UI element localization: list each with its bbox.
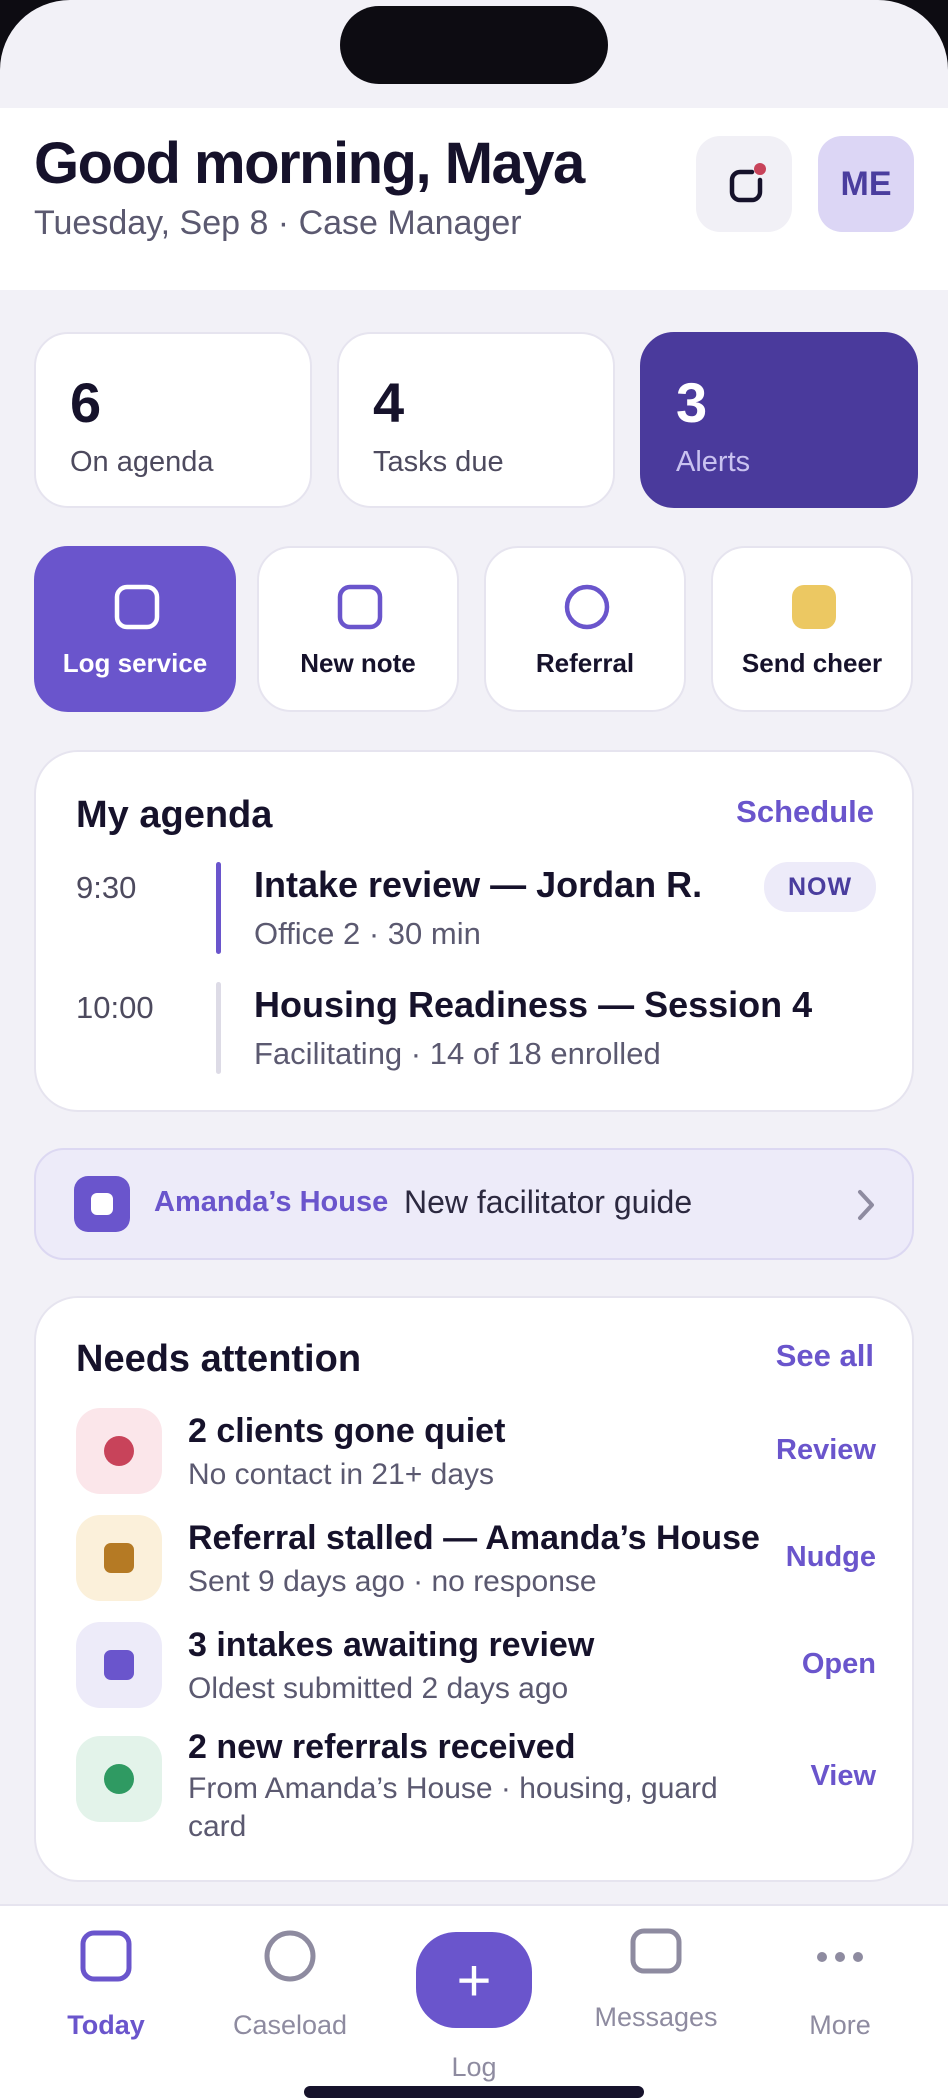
notifications-button[interactable]: [696, 136, 792, 232]
alert-icon-tile: [76, 1622, 162, 1708]
header: Good morning, Maya Tuesday, Sep 8 · Case…: [0, 108, 948, 290]
guide-icon: [74, 1176, 130, 1232]
tab-caseload[interactable]: Caseload: [200, 1906, 380, 2066]
circle-icon: [564, 584, 610, 630]
message-icon: [630, 1928, 682, 1974]
attention-title: Needs attention: [76, 1338, 362, 1380]
tab-messages[interactable]: Messages: [566, 1906, 746, 2066]
attention-item-subtitle: Oldest submitted 2 days ago: [188, 1672, 569, 1705]
agenda-item[interactable]: 9:30 Intake review — Jordan R. Office 2 …: [76, 862, 876, 958]
open-button[interactable]: Open: [802, 1648, 876, 1681]
tab-more[interactable]: More: [750, 1906, 930, 2066]
tab-log[interactable]: Log: [384, 1906, 564, 2082]
see-all-link[interactable]: See all: [776, 1338, 874, 1374]
square-icon: [80, 1930, 132, 1982]
facilitator-guide-banner[interactable]: Amanda’s House New facilitator guide: [34, 1148, 914, 1260]
attention-item[interactable]: 3 intakes awaiting review Oldest submitt…: [76, 1622, 876, 1712]
view-button[interactable]: View: [810, 1760, 876, 1793]
banner-org: Amanda’s House: [154, 1186, 389, 1218]
home-indicator: [304, 2086, 644, 2098]
log-service-button[interactable]: Log service: [34, 546, 236, 712]
attention-item[interactable]: Referral stalled — Amanda’s House Sent 9…: [76, 1515, 876, 1605]
review-button[interactable]: Review: [776, 1434, 876, 1467]
agenda-item-subtitle: Office 2 · 30 min: [254, 916, 481, 951]
square-icon: [337, 584, 383, 630]
nudge-button[interactable]: Nudge: [786, 1541, 876, 1574]
attention-item[interactable]: 2 clients gone quiet No contact in 21+ d…: [76, 1408, 876, 1498]
yellow-square-icon: [792, 585, 836, 629]
avatar[interactable]: ME: [818, 136, 914, 232]
agenda-title: My agenda: [76, 794, 273, 836]
alert-icon-tile: [76, 1515, 162, 1601]
stat-value: 3: [676, 371, 708, 434]
agenda-item[interactable]: 10:00 Housing Readiness — Session 4 Faci…: [76, 982, 876, 1078]
circle-icon: [264, 1930, 316, 1982]
agenda-indicator: [216, 982, 221, 1074]
stat-label: Alerts: [676, 446, 751, 478]
tab-label: Log: [451, 2052, 497, 2082]
tab-today[interactable]: Today: [16, 1906, 196, 2066]
agenda-time: 10:00: [76, 990, 154, 1025]
attention-item[interactable]: 2 new referrals received From Amanda’s H…: [76, 1728, 876, 1850]
phone-screen: Good morning, Maya Tuesday, Sep 8 · Case…: [0, 0, 948, 2098]
square-icon: [114, 584, 160, 630]
send-cheer-button[interactable]: Send cheer: [711, 546, 913, 712]
tab-label: Caseload: [232, 2010, 348, 2040]
stat-alerts[interactable]: 3 Alerts: [640, 332, 918, 508]
tab-label: Today: [67, 2010, 145, 2040]
stat-value: 6: [70, 371, 102, 434]
greeting-title: Good morning, Maya: [34, 131, 585, 196]
agenda-time: 9:30: [76, 870, 137, 905]
referral-button[interactable]: Referral: [484, 546, 686, 712]
attention-item-subtitle: Sent 9 days ago · no response: [188, 1565, 597, 1598]
agenda-item-title: Intake review — Jordan R.: [254, 864, 703, 905]
more-dots-icon: [817, 1952, 863, 1962]
action-label: Log service: [62, 648, 208, 678]
agenda-card: My agenda Schedule 9:30 Intake review — …: [34, 750, 914, 1112]
stat-label: Tasks due: [373, 446, 504, 478]
action-label: Referral: [535, 648, 635, 678]
attention-item-title: Referral stalled — Amanda’s House: [188, 1519, 760, 1557]
schedule-link[interactable]: Schedule: [736, 794, 874, 830]
alert-icon-tile: [76, 1736, 162, 1822]
agenda-item-subtitle: Facilitating · 14 of 18 enrolled: [254, 1036, 661, 1071]
now-badge: NOW: [764, 862, 876, 912]
dynamic-island: [340, 6, 608, 84]
red-dot-icon: [104, 1436, 134, 1466]
attention-item-title: 2 clients gone quiet: [188, 1412, 506, 1450]
attention-item-title: 2 new referrals received: [188, 1728, 576, 1766]
bottom-tab-bar: Today Caseload + Log Messages More: [0, 1904, 948, 2098]
agenda-indicator: [216, 862, 221, 954]
action-label: Send cheer: [741, 648, 883, 678]
needs-attention-card: Needs attention See all 2 clients gone q…: [34, 1296, 914, 1882]
green-dot-icon: [104, 1764, 134, 1794]
tab-label: More: [809, 2010, 871, 2040]
date-role-subtitle: Tuesday, Sep 8 · Case Manager: [34, 204, 522, 242]
chevron-right-icon: [858, 1190, 874, 1220]
attention-item-subtitle: No contact in 21+ days: [188, 1458, 495, 1491]
tab-label: Messages: [594, 2002, 718, 2032]
action-label: New note: [300, 648, 416, 678]
agenda-item-title: Housing Readiness — Session 4: [254, 984, 813, 1025]
stat-on-agenda[interactable]: 6 On agenda: [34, 332, 312, 508]
stat-label: On agenda: [70, 446, 214, 478]
stat-value: 4: [373, 371, 405, 434]
stat-tasks-due[interactable]: 4 Tasks due: [337, 332, 615, 508]
purple-square-icon: [104, 1650, 134, 1680]
attention-item-title: 3 intakes awaiting review: [188, 1626, 595, 1664]
amber-square-icon: [104, 1543, 134, 1573]
notification-icon: [729, 163, 766, 203]
new-note-button[interactable]: New note: [257, 546, 459, 712]
attention-item-subtitle: From Amanda’s House · housing, guard car…: [188, 1772, 718, 1843]
alert-icon-tile: [76, 1408, 162, 1494]
banner-text: New facilitator guide: [404, 1184, 693, 1220]
